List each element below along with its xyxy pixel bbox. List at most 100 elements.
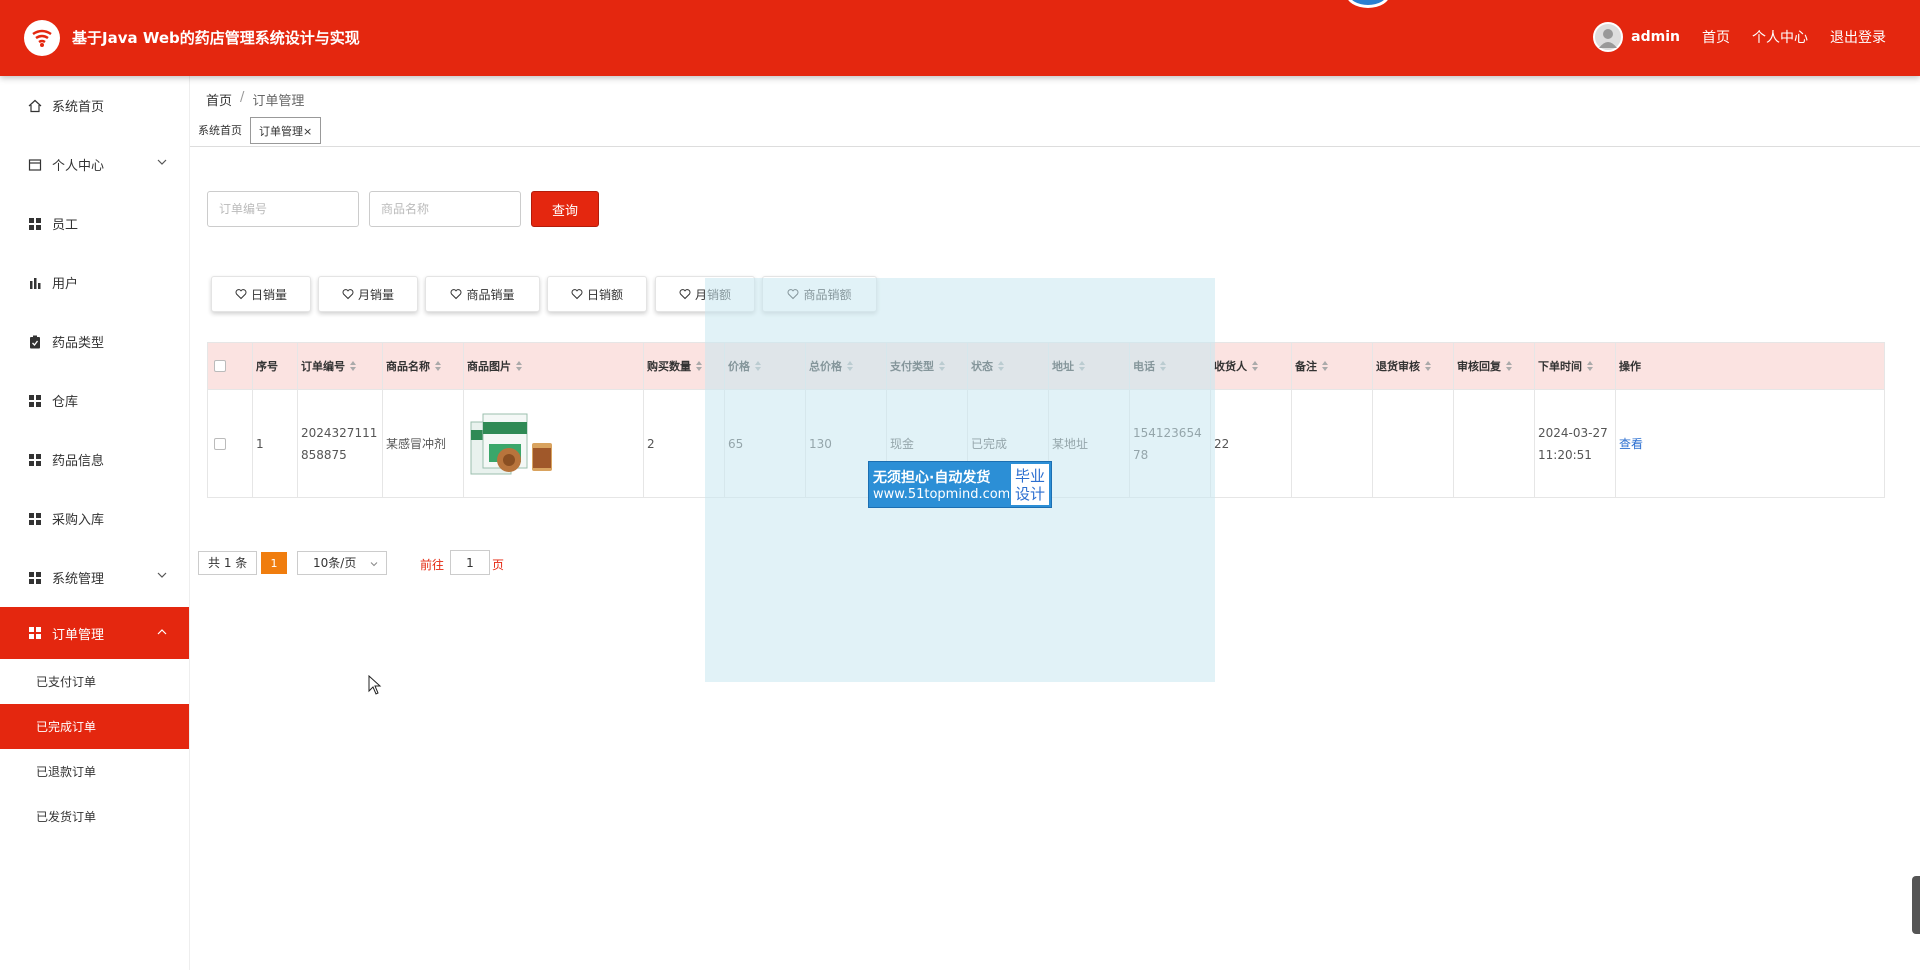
col-header[interactable]: 总价格 [806,343,887,389]
tabs-bar: 系统首页 订单管理× [190,115,1920,147]
checkbox[interactable] [214,437,226,450]
sidebar-item-orders[interactable]: 订单管理 [0,607,189,659]
col-header[interactable]: 购买数量 [644,343,725,389]
col-header[interactable]: 商品名称 [383,343,464,389]
cell-order-no: 2024327111858875 [298,390,383,497]
daily-sales-button[interactable]: 日销量 [211,276,311,312]
sort-icon[interactable] [939,361,945,371]
logout-link[interactable]: 退出登录 [1830,27,1886,47]
sort-icon[interactable] [1587,361,1593,371]
floating-circle-icon [1346,0,1390,8]
user-menu[interactable]: admin [1593,22,1680,52]
tab-orders[interactable]: 订单管理× [250,117,322,144]
col-header[interactable]: 商品图片 [464,343,644,389]
breadcrumb: 首页 / 订单管理 [206,90,304,109]
product-name-input[interactable] [369,191,521,227]
goto-unit: 页 [492,558,505,572]
sort-icon[interactable] [696,361,702,371]
col-header[interactable]: 备注 [1292,343,1373,389]
col-header[interactable]: 价格 [725,343,806,389]
breadcrumb-home[interactable]: 首页 [206,90,232,109]
sort-icon[interactable] [1425,361,1431,371]
sidebar-item-users[interactable]: 用户 [0,253,189,312]
button-label: 商品销额 [803,287,852,302]
cell-price: 65 [725,390,806,497]
sidebar-item-profile[interactable]: 个人中心 [0,135,189,194]
sidebar-item-home[interactable]: 系统首页 [0,76,189,135]
col-header[interactable]: 状态 [968,343,1049,389]
scroll-handle[interactable] [1912,876,1920,934]
tab-close-icon[interactable]: × [303,125,312,138]
select-all-checkbox-cell[interactable] [208,343,253,389]
page-number-button[interactable]: 1 [261,552,287,574]
col-header[interactable]: 订单编号 [298,343,383,389]
cell-remark [1292,390,1373,497]
col-label: 操作 [1619,360,1641,373]
sort-icon[interactable] [435,361,441,371]
chevron-up-icon [157,629,167,635]
sort-icon[interactable] [516,361,522,371]
tab-label: 系统首页 [198,124,242,137]
watermark-line1: 无须担心·自动发货 [873,470,991,486]
col-header[interactable]: 审核回复 [1454,343,1535,389]
col-label: 退货审核 [1376,360,1420,373]
col-header[interactable]: 收货人 [1211,343,1292,389]
sort-icon[interactable] [1252,361,1258,371]
view-link[interactable]: 查看 [1619,433,1643,455]
page-size-select[interactable]: 10条/页 [297,551,387,575]
product-revenue-button[interactable]: 商品销额 [762,276,877,312]
sidebar-item-label: 采购入库 [52,513,105,528]
product-image [470,413,554,474]
sidebar-item-warehouse[interactable]: 仓库 [0,371,189,430]
col-label: 电话 [1133,360,1155,373]
monthly-sales-button[interactable]: 月销量 [318,276,418,312]
home-icon [28,99,42,113]
sort-icon[interactable] [1079,361,1085,371]
col-header[interactable]: 支付类型 [887,343,968,389]
sidebar-item-label: 系统首页 [52,100,105,115]
sidebar-item-system[interactable]: 系统管理 [0,548,189,607]
cell-quantity: 2 [644,390,725,497]
sort-icon[interactable] [1322,361,1328,371]
cell-product: 某感冒冲剂 [383,390,464,497]
sidebar-item-drug-type[interactable]: 药品类型 [0,312,189,371]
sidebar-item-label: 用户 [52,277,79,292]
sort-icon[interactable] [755,361,761,371]
sort-icon[interactable] [350,361,356,371]
sidebar-item-drug-info[interactable]: 药品信息 [0,430,189,489]
sort-icon[interactable] [1160,361,1166,371]
col-header[interactable]: 地址 [1049,343,1130,389]
sidebar-item-label: 药品信息 [52,454,105,469]
col-label: 总价格 [809,360,842,373]
mouse-cursor-icon [368,675,382,695]
sort-icon[interactable] [847,361,853,371]
tab-home[interactable]: 系统首页 [190,117,250,144]
search-button[interactable]: 查询 [531,191,599,227]
goto-page-input[interactable] [450,550,490,575]
profile-link[interactable]: 个人中心 [1752,27,1808,47]
col-header[interactable]: 退货审核 [1373,343,1454,389]
col-header[interactable]: 电话 [1130,343,1211,389]
col-label: 状态 [971,360,993,373]
sidebar-subitem-shipped[interactable]: 已发货订单 [0,794,189,839]
product-sales-button[interactable]: 商品销量 [425,276,540,312]
sort-icon[interactable] [998,361,1004,371]
order-no-input[interactable] [207,191,359,227]
sidebar-subitem-refunded[interactable]: 已退款订单 [0,749,189,794]
daily-revenue-button[interactable]: 日销额 [547,276,647,312]
sidebar-subitem-completed[interactable]: 已完成订单 [0,704,189,749]
sidebar-item-label: 订单管理 [52,627,105,643]
sidebar-item-staff[interactable]: 员工 [0,194,189,253]
row-checkbox-cell[interactable] [208,390,253,497]
sort-icon[interactable] [1506,361,1512,371]
cell-receiver: 22 [1211,390,1292,497]
col-header[interactable]: 下单时间 [1535,343,1616,389]
checkbox[interactable] [214,360,226,372]
monthly-revenue-button[interactable]: 月销额 [655,276,755,312]
sidebar-subitem-paid[interactable]: 已支付订单 [0,659,189,704]
sidebar-item-label: 员工 [52,218,79,233]
sidebar-item-purchase[interactable]: 采购入库 [0,489,189,548]
home-link[interactable]: 首页 [1702,27,1730,47]
button-label: 月销量 [357,287,394,302]
button-label: 月销额 [694,287,731,302]
